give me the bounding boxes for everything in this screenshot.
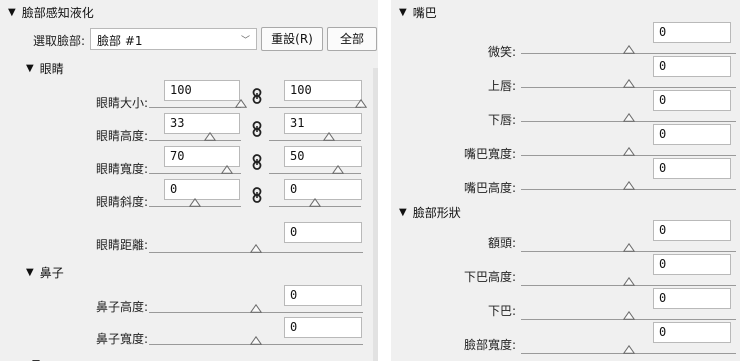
reset-button[interactable]: 重設(R) [261, 27, 323, 51]
triangle-down-icon[interactable]: ▼ [399, 207, 407, 218]
right-eye-value-field[interactable]: 31 [284, 113, 362, 134]
face-shape-value-field[interactable]: 0 [653, 288, 731, 309]
eye-param-label: 眼睛寬度: [95, 162, 148, 176]
slider-thumb[interactable] [221, 165, 233, 174]
mouth-value-field[interactable]: 0 [653, 124, 731, 145]
section-header-face-aware-liquify[interactable]: ▼ 臉部感知液化 [8, 4, 94, 21]
section-title: 嘴巴 [412, 6, 437, 20]
slider-track[interactable] [149, 107, 241, 108]
slider-thumb[interactable] [623, 243, 635, 252]
slider-thumb[interactable] [250, 304, 262, 313]
mouth-param-label: 上唇: [487, 79, 516, 93]
face-shape-param-label: 下巴: [487, 304, 516, 318]
section-header-mouth[interactable]: ▼ 嘴巴 [399, 4, 437, 21]
slider-thumb[interactable] [623, 181, 635, 190]
triangle-down-icon[interactable]: ▼ [399, 7, 407, 18]
section-header-nose[interactable]: ▼ 鼻子 [26, 264, 64, 281]
slider-thumb[interactable] [355, 99, 367, 108]
section-header-face-shape[interactable]: ▼ 臉部形狀 [399, 204, 461, 221]
section-title: 臉部形狀 [412, 206, 461, 220]
face-shape-param-label: 臉部寬度: [463, 338, 516, 352]
chain-link-icon[interactable] [252, 154, 262, 170]
triangle-down-icon[interactable]: ▼ [26, 63, 34, 74]
triangle-down-icon[interactable]: ▼ [8, 7, 16, 18]
slider-thumb[interactable] [250, 336, 262, 345]
chain-link-icon[interactable] [252, 88, 262, 104]
face-aware-liquify-left-panel: ▼ 臉部感知液化 選取臉部: 臉部 #1 ﹀ 重設(R) 全部 ▼ 眼睛 ▼ 鼻… [0, 0, 378, 361]
triangle-down-icon[interactable]: ▼ [26, 267, 34, 278]
slider-thumb[interactable] [623, 45, 635, 54]
mouth-param-label: 微笑: [487, 45, 516, 59]
slider-thumb[interactable] [623, 147, 635, 156]
slider-thumb[interactable] [323, 132, 335, 141]
slider-track[interactable] [269, 173, 361, 174]
select-face-value: 臉部 #1 [97, 34, 143, 48]
slider-track[interactable] [269, 107, 361, 108]
eye-param-label: 眼睛斜度: [95, 195, 148, 209]
right-eye-value-field[interactable]: 100 [284, 80, 362, 101]
chain-link-icon[interactable] [252, 121, 262, 137]
chain-link-icon[interactable] [252, 187, 262, 203]
section-title: 臉部感知液化 [21, 6, 94, 20]
nose-value-field[interactable]: 0 [284, 317, 362, 338]
right-eye-value-field[interactable]: 50 [284, 146, 362, 167]
slider-thumb[interactable] [623, 79, 635, 88]
next-section-header-cropped [30, 355, 60, 361]
mouth-value-field[interactable]: 0 [653, 90, 731, 111]
section-header-eyes[interactable]: ▼ 眼睛 [26, 60, 64, 77]
eye-distance-value-field[interactable]: 0 [284, 222, 362, 243]
nose-value-field[interactable]: 0 [284, 285, 362, 306]
mouth-value-field[interactable]: 0 [653, 158, 731, 179]
face-shape-param-label: 下巴高度: [463, 270, 516, 284]
face-shape-value-field[interactable]: 0 [653, 254, 731, 275]
all-button[interactable]: 全部 [327, 27, 377, 51]
slider-thumb[interactable] [623, 311, 635, 320]
slider-thumb[interactable] [189, 198, 201, 207]
left-eye-value-field[interactable]: 100 [164, 80, 240, 101]
face-shape-value-field[interactable]: 0 [653, 220, 731, 241]
select-face-dropdown[interactable]: 臉部 #1 ﹀ [90, 28, 257, 50]
slider-thumb[interactable] [623, 277, 635, 286]
slider-thumb[interactable] [235, 99, 247, 108]
left-eye-value-field[interactable]: 70 [164, 146, 240, 167]
mouth-param-label: 嘴巴高度: [463, 181, 516, 195]
panel-divider [378, 0, 391, 361]
select-face-label: 選取臉部: [33, 34, 86, 48]
mouth-value-field[interactable]: 0 [653, 56, 731, 77]
left-eye-value-field[interactable]: 0 [164, 179, 240, 200]
slider-thumb[interactable] [250, 244, 262, 253]
nose-param-label: 鼻子寬度: [95, 332, 148, 346]
slider-track[interactable] [149, 140, 241, 141]
eye-distance-label: 眼睛距離: [95, 238, 148, 252]
eye-param-label: 眼睛大小: [95, 96, 148, 110]
slider-track[interactable] [269, 140, 361, 141]
face-aware-liquify-right-panel: ▼ 嘴巴 ▼ 臉部形狀 微笑: 0 上唇: 0 下唇: 0 嘴巴寬度: 0 嘴巴高度: 0 額頭: 0… [391, 0, 740, 361]
section-title: 鼻子 [39, 266, 64, 280]
section-title: 眼睛 [39, 62, 64, 76]
mouth-value-field[interactable]: 0 [653, 22, 731, 43]
chevron-down-icon: ﹀ [240, 36, 250, 46]
eye-param-label: 眼睛高度: [95, 129, 148, 143]
slider-thumb[interactable] [623, 113, 635, 122]
slider-thumb[interactable] [204, 132, 216, 141]
face-shape-param-label: 額頭: [487, 236, 516, 250]
slider-thumb[interactable] [309, 198, 321, 207]
mouth-param-label: 下唇: [487, 113, 516, 127]
nose-param-label: 鼻子高度: [95, 300, 148, 314]
right-eye-value-field[interactable]: 0 [284, 179, 362, 200]
face-shape-value-field[interactable]: 0 [653, 322, 731, 343]
slider-thumb[interactable] [623, 345, 635, 354]
left-eye-value-field[interactable]: 33 [164, 113, 240, 134]
mouth-param-label: 嘴巴寬度: [463, 147, 516, 161]
slider-thumb[interactable] [332, 165, 344, 174]
